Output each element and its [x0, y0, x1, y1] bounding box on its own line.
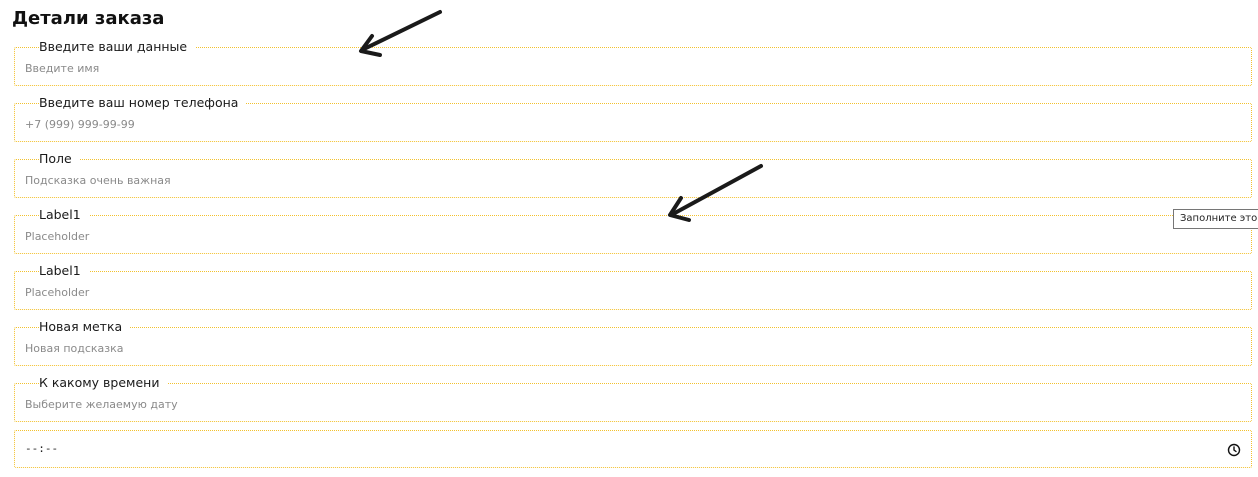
phone-field-group: Введите ваш номер телефона	[14, 96, 1252, 142]
label1-input[interactable]	[25, 222, 1241, 250]
pole-input[interactable]	[25, 166, 1241, 194]
label1-second-field-label: Label1	[39, 263, 81, 278]
label1-field-label: Label1	[39, 207, 81, 222]
page-title: Детали заказа	[12, 8, 165, 29]
time-field-label: К какому времени	[39, 375, 160, 390]
validation-tooltip: Заполните это по	[1173, 209, 1258, 229]
pole-field-group: Поле	[14, 152, 1252, 198]
name-field-label: Введите ваши данные	[39, 39, 188, 54]
time-input[interactable]: --:--	[14, 430, 1252, 468]
clock-icon[interactable]	[1227, 443, 1241, 457]
label1-field-group: Label1	[14, 208, 1252, 254]
time-field-group: К какому времени	[14, 376, 1252, 422]
label1-second-field-group: Label1	[14, 264, 1252, 310]
date-input[interactable]	[25, 390, 1241, 418]
phone-field-label: Введите ваш номер телефона	[39, 95, 239, 110]
new-label-input[interactable]	[25, 334, 1241, 362]
label1-second-input[interactable]	[25, 278, 1241, 306]
phone-input[interactable]	[25, 110, 1241, 138]
name-input[interactable]	[25, 54, 1241, 82]
pole-field-label: Поле	[39, 151, 72, 166]
new-label-field-label: Новая метка	[39, 319, 123, 334]
new-label-field-group: Новая метка	[14, 320, 1252, 366]
time-value: --:--	[25, 442, 59, 455]
name-field-group: Введите ваши данные	[14, 40, 1252, 86]
